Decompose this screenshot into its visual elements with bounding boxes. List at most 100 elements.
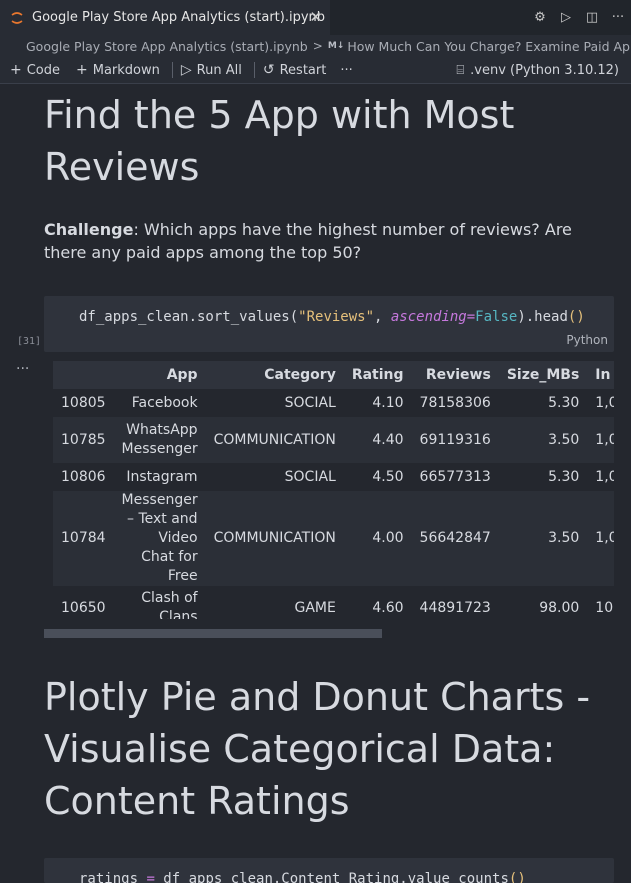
table-cell: Clash of Clans [113,586,206,619]
table-cell: 1,000,00 [587,491,614,586]
breadcrumb-section[interactable]: How Much Can You Charge? Examine Paid Ap… [347,39,631,54]
table-cell: GAME [205,586,344,619]
table-cell: 4.00 [343,491,412,586]
heading-line: Find the 5 App with Most [44,93,515,137]
breadcrumb-file[interactable]: Google Play Store App Analytics (start).… [26,39,308,54]
table-row: 10806 Instagram SOCIAL 4.50 66577313 5.3… [53,463,614,491]
table-cell: 10785 [53,417,114,463]
heading-line: Plotly Pie and Donut Charts - [44,675,591,719]
markdown-icon: M↓ [327,41,345,51]
table-cell: Facebook [113,389,206,417]
table-cell: 44891723 [411,586,499,619]
table-header-row: App Category Rating Reviews Size_MBs In [53,361,614,389]
add-markdown-button[interactable]: + Markdown [76,62,160,78]
table-cell: SOCIAL [205,463,344,491]
table-cell: Instagram [113,463,206,491]
table-cell: 100,00 [587,586,614,619]
more-icon: ··· [340,62,353,78]
gear-icon[interactable]: ⚙ [527,10,553,25]
markdown-heading-content-ratings: Plotly Pie and Donut Charts - Visualise … [44,671,614,827]
breadcrumb: Google Play Store App Analytics (start).… [0,35,631,57]
table-cell: 69119316 [411,417,499,463]
heading-line: Visualise Categorical Data: [44,727,556,771]
add-code-button[interactable]: + Code [10,62,60,78]
table-cell: 10784 [53,491,114,586]
table-row: 10650 Clash of Clans GAME 4.60 44891723 … [53,586,614,619]
plus-icon: + [10,62,22,78]
table-cell: 3.50 [498,491,588,586]
table-cell: 1,000,00 [587,417,614,463]
run-icon[interactable]: ▷ [553,10,579,25]
dataframe-table: App Category Rating Reviews Size_MBs In … [53,361,614,619]
close-icon[interactable]: ✕ [309,9,322,25]
kernel-label: .venv (Python 3.10.12) [470,63,619,78]
column-header: Category [205,361,344,389]
notebook-toolbar: + Code + Markdown ▷ Run All ↺ Restart ··… [0,57,631,84]
challenge-paragraph: Challenge: Which apps have the highest n… [44,218,609,264]
jupyter-icon [11,11,23,24]
table-row: 10805 Facebook SOCIAL 4.10 78158306 5.30… [53,389,614,417]
table-cell: 3.50 [498,417,588,463]
table-cell: 4.50 [343,463,412,491]
table-cell: 1,000,00 [587,463,614,491]
code-line[interactable]: ratings = df_apps_clean.Content_Rating.v… [79,871,526,883]
editor-tab-bar: Google Play Store App Analytics (start).… [0,0,631,35]
dataframe-output: App Category Rating Reviews Size_MBs In … [53,361,614,619]
table-cell: 66577313 [411,463,499,491]
heading-line: Reviews [44,145,200,189]
toolbar-more-button[interactable]: ··· [340,63,352,78]
output-actions-icon[interactable]: ··· [16,361,29,377]
tab-title: Google Play Store App Analytics (start).… [32,10,326,25]
split-editor-icon[interactable]: ◫ [579,10,605,25]
kernel-icon: ⌸ [456,63,465,78]
challenge-label: Challenge [44,220,134,239]
column-header: Reviews [411,361,499,389]
add-markdown-label: Markdown [92,62,160,78]
markdown-heading-reviews: Find the 5 App with Most Reviews [44,89,614,193]
table-cell: 5.30 [498,389,588,417]
kernel-picker[interactable]: ⌸ .venv (Python 3.10.12) [456,57,619,84]
table-cell: 98.00 [498,586,588,619]
restart-label: Restart [279,62,327,78]
table-cell: 56642847 [411,491,499,586]
toolbar-divider [253,62,255,78]
notebook-tab[interactable]: Google Play Store App Analytics (start).… [0,0,330,35]
add-code-label: Code [26,62,61,78]
table-cell: 10806 [53,463,114,491]
column-header: Size_MBs [498,361,588,389]
code-line[interactable]: df_apps_clean.sort_values("Reviews", asc… [79,309,585,325]
column-header [53,361,114,389]
table-cell: 10650 [53,586,114,619]
restart-button[interactable]: ↺ Restart [263,62,326,78]
more-actions-icon[interactable]: ··· [605,10,631,25]
table-cell: 78158306 [411,389,499,417]
table-cell: COMMUNICATION [205,417,344,463]
restart-icon: ↺ [262,62,275,78]
code-cell[interactable]: ratings = df_apps_clean.Content_Rating.v… [44,858,614,883]
table-cell: COMMUNICATION [205,491,344,586]
table-cell: Messenger – Text and Video Chat for Free [113,491,206,586]
output-horizontal-scrollbar[interactable] [44,629,382,638]
table-cell: 10805 [53,389,114,417]
heading-line: Content Ratings [44,779,350,823]
table-cell: 4.40 [343,417,412,463]
table-cell: 1,000,00 [587,389,614,417]
tab-actions: ⚙ ▷ ◫ ··· [527,0,631,35]
table-row: 10785 WhatsApp Messenger COMMUNICATION 4… [53,417,614,463]
table-cell: 4.60 [343,586,412,619]
column-header: App [113,361,206,389]
run-all-icon: ▷ [180,62,192,78]
plus-icon: + [76,62,88,78]
table-cell: 5.30 [498,463,588,491]
table-cell: SOCIAL [205,389,344,417]
cell-language-label[interactable]: Python [566,333,608,347]
table-cell: 4.10 [343,389,412,417]
code-cell[interactable]: df_apps_clean.sort_values("Reviews", asc… [44,296,614,352]
column-header: In [587,361,614,389]
execution-count: [31] [17,336,42,347]
table-row: 10784 Messenger – Text and Video Chat fo… [53,491,614,586]
table-cell: WhatsApp Messenger [113,417,206,463]
toolbar-divider [171,62,173,78]
chevron-right-icon: > [312,39,323,53]
run-all-button[interactable]: ▷ Run All [181,62,242,78]
